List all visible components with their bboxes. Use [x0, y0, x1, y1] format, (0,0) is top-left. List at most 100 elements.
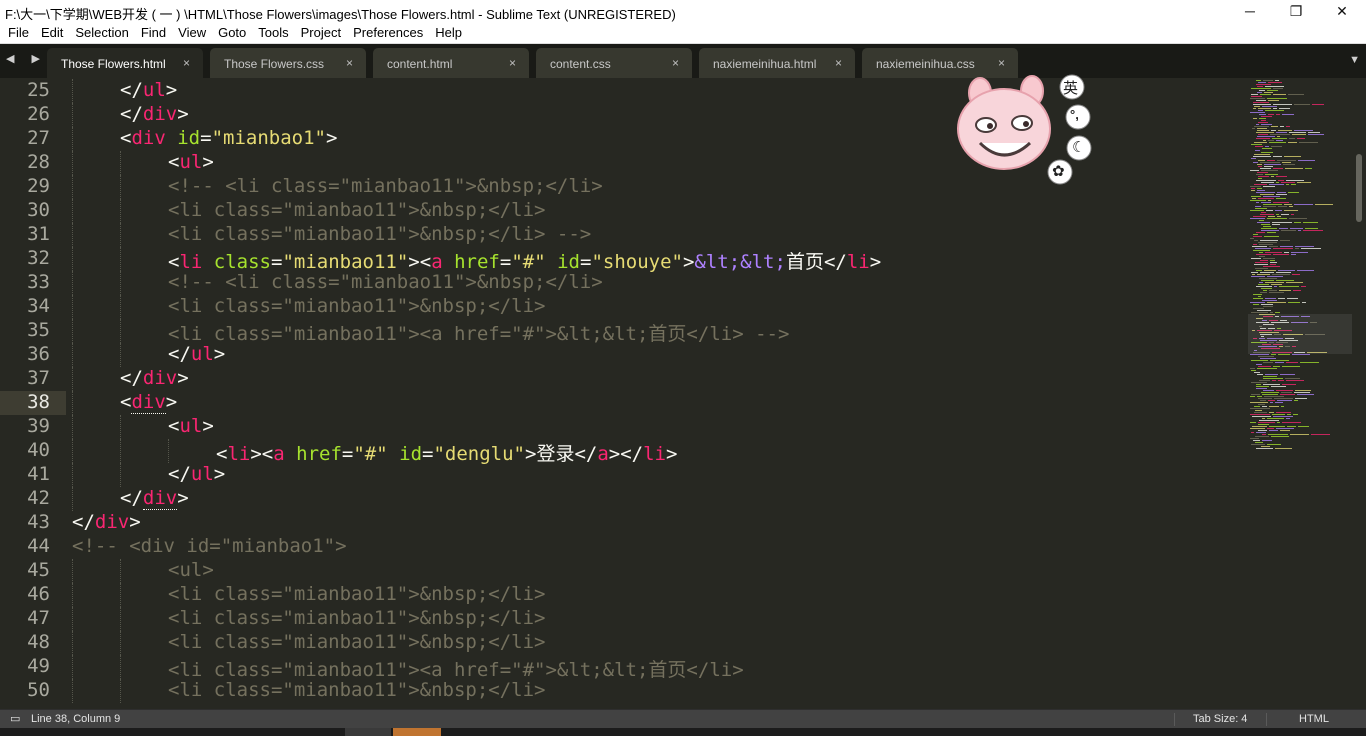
indent-guide: [120, 415, 121, 439]
menu-view[interactable]: View: [172, 23, 212, 42]
minimap-line: [1257, 164, 1262, 165]
menu-tools[interactable]: Tools: [252, 23, 294, 42]
minimap-line: [1252, 426, 1267, 427]
tab-those-flowers-html[interactable]: Those Flowers.html ×: [47, 48, 203, 78]
menu-project[interactable]: Project: [295, 23, 347, 42]
indent-guide: [120, 679, 121, 703]
tab-close-icon[interactable]: ×: [509, 56, 516, 70]
minimap-line: [1263, 226, 1271, 227]
menu-goto[interactable]: Goto: [212, 23, 252, 42]
tab-nav-arrows-icon[interactable]: ◀ ▶: [6, 52, 47, 65]
code-line[interactable]: <!-- <div id="mianbao1">: [72, 535, 347, 557]
minimap-line: [1273, 254, 1289, 255]
tab-close-icon[interactable]: ×: [346, 56, 353, 70]
menu-selection[interactable]: Selection: [69, 23, 134, 42]
code-line[interactable]: <li class="mianbao11"><a href="#" id="sh…: [168, 247, 881, 274]
minimap-line: [1253, 298, 1263, 299]
menu-file[interactable]: File: [0, 23, 35, 42]
code-line[interactable]: <div>: [120, 391, 177, 414]
minimap-line: [1281, 182, 1295, 183]
close-button[interactable]: ✕: [1319, 0, 1365, 23]
tab-close-icon[interactable]: ×: [835, 56, 842, 70]
code-token: =: [200, 127, 212, 149]
code-line[interactable]: </div>: [72, 511, 141, 533]
code-token: =: [499, 251, 512, 273]
minimap-line: [1268, 114, 1274, 115]
line-number: 28: [27, 151, 50, 173]
ime-moon-icon[interactable]: ☾: [1072, 138, 1085, 156]
taskbar-item[interactable]: [345, 728, 391, 736]
code-line[interactable]: </ul>: [120, 79, 177, 101]
minimap-viewport[interactable]: [1248, 314, 1352, 354]
tab-label: Those Flowers.css: [224, 57, 325, 71]
minimap-line: [1269, 430, 1278, 431]
tab-size-indicator[interactable]: Tab Size: 4: [1193, 713, 1247, 725]
indent-guide: [120, 343, 121, 367]
menu-preferences[interactable]: Preferences: [347, 23, 429, 42]
tab-list-dropdown-icon[interactable]: ▼: [1349, 54, 1360, 66]
scrollbar-thumb[interactable]: [1356, 154, 1362, 222]
code-line[interactable]: </div>: [120, 367, 189, 389]
ime-settings-icon[interactable]: ✿: [1052, 162, 1065, 180]
code-token: ><: [250, 443, 274, 465]
editor-area[interactable]: 25 26 27 28 29 30 31 32 33 34 35 36 37 38 39 40 41 42 43 44…: [0, 78, 1366, 709]
minimap[interactable]: [1248, 78, 1352, 458]
minimize-button[interactable]: ─: [1227, 0, 1273, 23]
minimap-line: [1260, 214, 1274, 215]
minimap-line: [1251, 88, 1271, 89]
minimap-line: [1281, 406, 1284, 407]
code-line[interactable]: <!-- <li class="mianbao11">&nbsp;</li>: [168, 271, 603, 293]
minimap-line: [1258, 356, 1274, 357]
minimap-line: [1276, 280, 1294, 281]
code-token: >登录</: [525, 443, 598, 465]
ime-punctuation-icon[interactable]: °,: [1070, 107, 1079, 122]
menu-find[interactable]: Find: [135, 23, 172, 42]
minimap-line: [1253, 250, 1270, 251]
indent-guide: [72, 127, 73, 151]
ime-language-toggle[interactable]: 英: [1063, 77, 1078, 98]
minimap-line: [1269, 290, 1277, 291]
code-line[interactable]: <li class="mianbao11"><a href="#">&lt;&l…: [168, 655, 744, 682]
tab-content-css[interactable]: content.css ×: [536, 48, 692, 78]
vertical-scrollbar[interactable]: [1352, 78, 1366, 709]
syntax-indicator[interactable]: HTML: [1299, 713, 1329, 725]
taskbar-item-active[interactable]: [393, 728, 441, 736]
code-line[interactable]: <li class="mianbao11"><a href="#">&lt;&l…: [168, 319, 789, 346]
ime-toolbar[interactable]: 英 °, ☾ ✿: [952, 73, 1100, 193]
code-line[interactable]: <li class="mianbao11">&nbsp;</li>: [168, 295, 546, 317]
code-line[interactable]: <li class="mianbao11">&nbsp;</li>: [168, 199, 546, 221]
code-line[interactable]: </ul>: [168, 463, 225, 485]
code-line[interactable]: <!-- <li class="mianbao11">&nbsp;</li>: [168, 175, 603, 197]
minimap-line: [1251, 272, 1258, 273]
minimap-line: [1263, 204, 1282, 205]
code-line[interactable]: <li class="mianbao11">&nbsp;</li>: [168, 583, 546, 605]
code-line[interactable]: <ul>: [168, 151, 214, 173]
menu-edit[interactable]: Edit: [35, 23, 69, 42]
minimap-line: [1258, 160, 1265, 161]
tab-close-icon[interactable]: ×: [998, 56, 1005, 70]
maximize-button[interactable]: ❐: [1273, 0, 1319, 23]
code-line[interactable]: <ul>: [168, 559, 214, 581]
code-line[interactable]: <li class="mianbao11">&nbsp;</li>: [168, 679, 546, 701]
code-line[interactable]: <ul>: [168, 415, 214, 437]
console-toggle-icon[interactable]: ▭: [10, 712, 20, 725]
tab-close-icon[interactable]: ×: [183, 56, 190, 70]
menu-help[interactable]: Help: [429, 23, 468, 42]
code-line[interactable]: </div>: [120, 487, 189, 510]
minimap-line: [1286, 282, 1303, 283]
code-line[interactable]: </div>: [120, 103, 189, 125]
code-line[interactable]: <div id="mianbao1">: [120, 127, 337, 149]
tab-naxiemeinihua-html[interactable]: naxiemeinihua.html ×: [699, 48, 855, 78]
tab-those-flowers-css[interactable]: Those Flowers.css ×: [210, 48, 366, 78]
code-line[interactable]: </ul>: [168, 343, 225, 365]
code-line[interactable]: <li class="mianbao11">&nbsp;</li> -->: [168, 223, 591, 245]
code-line[interactable]: <li class="mianbao11">&nbsp;</li>: [168, 607, 546, 629]
minimap-line: [1258, 108, 1271, 109]
code-line[interactable]: <li><a href="#" id="denglu">登录</a></li>: [216, 439, 677, 466]
minimap-line: [1282, 422, 1301, 423]
code-line[interactable]: <li class="mianbao11">&nbsp;</li>: [168, 631, 546, 653]
tab-content-html[interactable]: content.html ×: [373, 48, 529, 78]
indent-guide: [72, 103, 73, 127]
minimap-line: [1276, 272, 1291, 273]
tab-close-icon[interactable]: ×: [672, 56, 679, 70]
